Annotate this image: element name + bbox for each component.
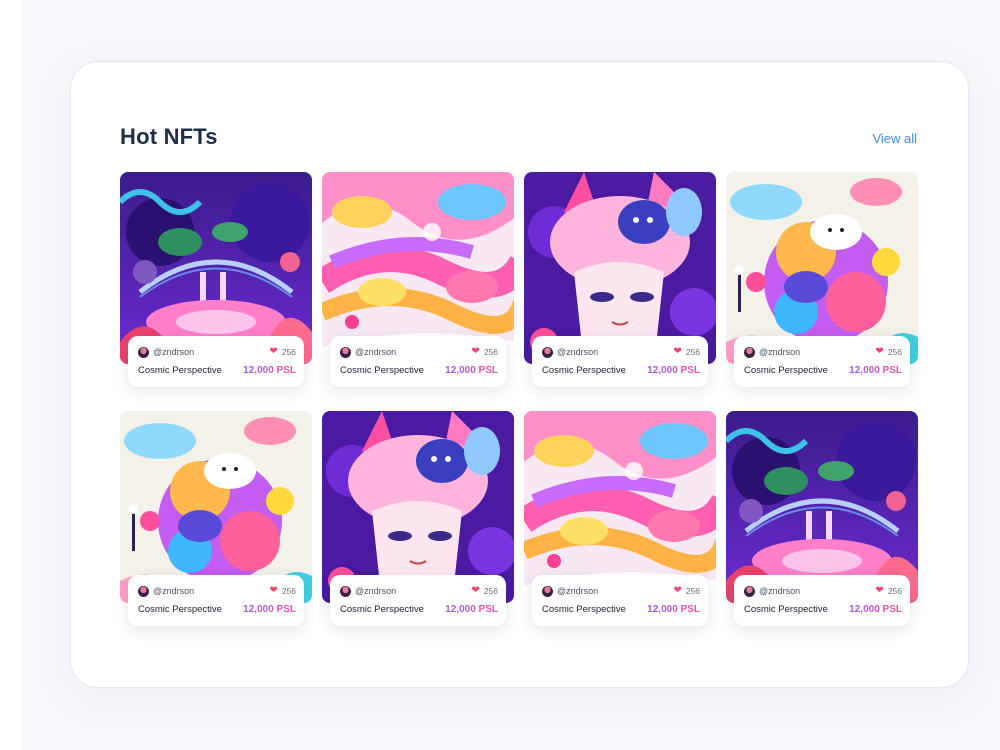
- avatar: [542, 346, 553, 358]
- creator[interactable]: @zndrson: [542, 585, 598, 597]
- likes[interactable]: ❤ 256: [269, 586, 296, 597]
- heart-icon[interactable]: ❤: [471, 347, 479, 357]
- nft-price: 12,000 PSL: [243, 365, 296, 376]
- heart-icon[interactable]: ❤: [471, 586, 479, 596]
- avatar: [542, 585, 553, 597]
- like-count: 256: [483, 347, 498, 357]
- like-count: 256: [281, 347, 296, 357]
- creator[interactable]: @zndrson: [744, 346, 800, 358]
- avatar: [340, 346, 351, 358]
- hot-nfts-panel: Hot NFTs View all @zndrson ❤ 256 Cosmic …: [70, 61, 969, 688]
- nft-info-card: @zndrson ❤ 256 Cosmic Perspective 12,000…: [532, 336, 708, 387]
- nft-card[interactable]: @zndrson ❤ 256 Cosmic Perspective 12,000…: [726, 411, 918, 626]
- nft-price: 12,000 PSL: [849, 365, 902, 376]
- heart-icon[interactable]: ❤: [673, 586, 681, 596]
- nft-card[interactable]: @zndrson ❤ 256 Cosmic Perspective 12,000…: [524, 172, 716, 387]
- nft-name: Cosmic Perspective: [744, 365, 828, 376]
- nft-info-card: @zndrson ❤ 256 Cosmic Perspective 12,000…: [128, 336, 304, 387]
- avatar: [340, 585, 351, 597]
- nft-name: Cosmic Perspective: [138, 365, 222, 376]
- nft-card[interactable]: @zndrson ❤ 256 Cosmic Perspective 12,000…: [120, 172, 312, 387]
- likes[interactable]: ❤ 256: [471, 347, 498, 358]
- like-count: 256: [281, 586, 296, 596]
- nft-name: Cosmic Perspective: [744, 604, 828, 615]
- like-count: 256: [685, 347, 700, 357]
- nft-name: Cosmic Perspective: [340, 365, 424, 376]
- creator-handle[interactable]: @zndrson: [153, 586, 194, 596]
- likes[interactable]: ❤ 256: [875, 586, 902, 597]
- section-title: Hot NFTs: [120, 124, 218, 149]
- creator-handle[interactable]: @zndrson: [557, 586, 598, 596]
- creator[interactable]: @zndrson: [340, 346, 396, 358]
- nft-info-card: @zndrson ❤ 256 Cosmic Perspective 12,000…: [734, 336, 910, 387]
- heart-icon[interactable]: ❤: [875, 347, 883, 357]
- likes[interactable]: ❤ 256: [673, 347, 700, 358]
- heart-icon[interactable]: ❤: [673, 347, 681, 357]
- nft-info-card: @zndrson ❤ 256 Cosmic Perspective 12,000…: [532, 575, 708, 626]
- nft-name: Cosmic Perspective: [138, 604, 222, 615]
- likes[interactable]: ❤ 256: [673, 586, 700, 597]
- creator-handle[interactable]: @zndrson: [759, 347, 800, 357]
- nft-price: 12,000 PSL: [445, 604, 498, 615]
- nft-price: 12,000 PSL: [445, 365, 498, 376]
- nft-name: Cosmic Perspective: [340, 604, 424, 615]
- likes[interactable]: ❤ 256: [471, 586, 498, 597]
- nft-card[interactable]: @zndrson ❤ 256 Cosmic Perspective 12,000…: [322, 411, 514, 626]
- heart-icon[interactable]: ❤: [269, 586, 277, 596]
- heart-icon[interactable]: ❤: [269, 347, 277, 357]
- likes[interactable]: ❤ 256: [269, 347, 296, 358]
- creator-handle[interactable]: @zndrson: [153, 347, 194, 357]
- nft-card[interactable]: @zndrson ❤ 256 Cosmic Perspective 12,000…: [322, 172, 514, 387]
- creator[interactable]: @zndrson: [138, 346, 194, 358]
- nft-info-card: @zndrson ❤ 256 Cosmic Perspective 12,000…: [734, 575, 910, 626]
- like-count: 256: [887, 586, 902, 596]
- view-all-link[interactable]: View all: [872, 131, 917, 146]
- nft-info-card: @zndrson ❤ 256 Cosmic Perspective 12,000…: [128, 575, 304, 626]
- creator[interactable]: @zndrson: [340, 585, 396, 597]
- nft-grid: @zndrson ❤ 256 Cosmic Perspective 12,000…: [120, 172, 918, 626]
- nft-info-card: @zndrson ❤ 256 Cosmic Perspective 12,000…: [330, 336, 506, 387]
- avatar: [744, 346, 755, 358]
- avatar: [138, 585, 149, 597]
- heart-icon[interactable]: ❤: [875, 586, 883, 596]
- like-count: 256: [685, 586, 700, 596]
- nft-card[interactable]: @zndrson ❤ 256 Cosmic Perspective 12,000…: [120, 411, 312, 626]
- creator-handle[interactable]: @zndrson: [759, 586, 800, 596]
- nft-price: 12,000 PSL: [243, 604, 296, 615]
- nft-card[interactable]: @zndrson ❤ 256 Cosmic Perspective 12,000…: [524, 411, 716, 626]
- creator[interactable]: @zndrson: [744, 585, 800, 597]
- creator-handle[interactable]: @zndrson: [355, 347, 396, 357]
- nft-price: 12,000 PSL: [647, 365, 700, 376]
- creator[interactable]: @zndrson: [542, 346, 598, 358]
- creator[interactable]: @zndrson: [138, 585, 194, 597]
- likes[interactable]: ❤ 256: [875, 347, 902, 358]
- avatar: [744, 585, 755, 597]
- nft-info-card: @zndrson ❤ 256 Cosmic Perspective 12,000…: [330, 575, 506, 626]
- nft-name: Cosmic Perspective: [542, 365, 626, 376]
- creator-handle[interactable]: @zndrson: [557, 347, 598, 357]
- creator-handle[interactable]: @zndrson: [355, 586, 396, 596]
- avatar: [138, 346, 149, 358]
- nft-price: 12,000 PSL: [647, 604, 700, 615]
- like-count: 256: [483, 586, 498, 596]
- like-count: 256: [887, 347, 902, 357]
- nft-card[interactable]: @zndrson ❤ 256 Cosmic Perspective 12,000…: [726, 172, 918, 387]
- nft-price: 12,000 PSL: [849, 604, 902, 615]
- nft-name: Cosmic Perspective: [542, 604, 626, 615]
